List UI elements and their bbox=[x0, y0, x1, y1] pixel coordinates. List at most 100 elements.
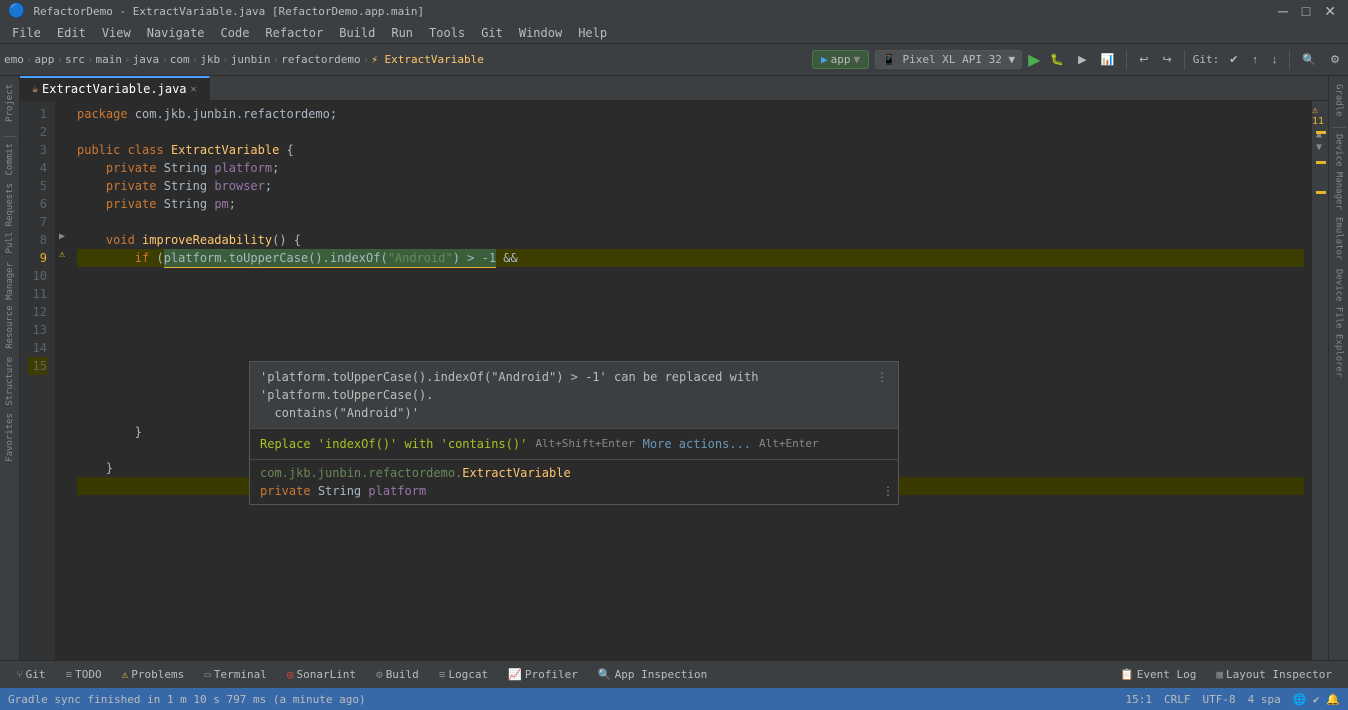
menu-git[interactable]: Git bbox=[473, 24, 511, 42]
sidebar-item-device-manager[interactable]: Device Manager bbox=[1332, 130, 1346, 214]
bottom-tab-build[interactable]: ⚙ Build bbox=[368, 666, 427, 683]
window-controls[interactable]: ─ □ ✕ bbox=[1274, 3, 1340, 20]
git-commit-button[interactable]: ✔ bbox=[1225, 51, 1242, 68]
breadcrumb-app[interactable]: app bbox=[35, 53, 55, 66]
breadcrumb-com[interactable]: com bbox=[170, 53, 190, 66]
sidebar-item-commit[interactable]: Commit bbox=[3, 139, 17, 180]
warning-indicators: ⚠ 11 ▲ ▼ bbox=[1312, 105, 1326, 153]
bottom-tab-logcat[interactable]: ≡ Logcat bbox=[431, 666, 496, 683]
profile-button[interactable]: 📊 bbox=[1097, 51, 1119, 68]
bottom-tab-problems-label: Problems bbox=[131, 668, 184, 681]
status-indent[interactable]: 4 spa bbox=[1248, 693, 1281, 706]
bottom-tab-problems[interactable]: ⚠ Problems bbox=[114, 666, 193, 683]
status-position[interactable]: 15:1 bbox=[1125, 693, 1152, 706]
popup-context-more-icon[interactable]: ⋮ bbox=[882, 482, 894, 500]
status-message: Gradle sync finished in 1 m 10 s 797 ms … bbox=[8, 693, 366, 706]
popup-action-text: Replace 'indexOf()' with 'contains()' bbox=[260, 435, 527, 453]
editor[interactable]: 1 2 3 4 5 6 7 8 9 10 11 12 13 14 15 bbox=[20, 101, 1328, 660]
app-selector[interactable]: ▶ app ▼ bbox=[812, 50, 869, 69]
status-crlf[interactable]: CRLF bbox=[1164, 693, 1191, 706]
gutter-warning-icon: ⚠ bbox=[59, 249, 65, 260]
sidebar-item-project[interactable]: Project bbox=[3, 80, 17, 126]
bottom-tab-logcat-label: Logcat bbox=[448, 668, 488, 681]
menu-view[interactable]: View bbox=[94, 24, 139, 42]
popup-more-actions[interactable]: More actions... bbox=[643, 435, 751, 453]
bottom-tab-app-inspection[interactable]: 🔍 App Inspection bbox=[590, 666, 715, 683]
undo-button[interactable]: ↩ bbox=[1135, 51, 1152, 68]
breadcrumb-jkb[interactable]: jkb bbox=[200, 53, 220, 66]
status-bar: Gradle sync finished in 1 m 10 s 797 ms … bbox=[0, 688, 1348, 710]
maximize-button[interactable]: □ bbox=[1298, 3, 1314, 20]
scrollbar-area[interactable]: ⚠ 11 ▲ ▼ bbox=[1312, 101, 1328, 660]
menu-code[interactable]: Code bbox=[213, 24, 258, 42]
status-charset[interactable]: UTF-8 bbox=[1202, 693, 1235, 706]
debug-button[interactable]: 🐛 bbox=[1046, 51, 1068, 68]
breadcrumb-java[interactable]: java bbox=[133, 53, 160, 66]
run-button[interactable]: ▶ bbox=[1028, 50, 1040, 70]
sidebar-item-pull-requests[interactable]: Pull Requests bbox=[3, 179, 17, 257]
sidebar-item-structure[interactable]: Structure bbox=[3, 353, 17, 410]
sidebar-item-resource-manager[interactable]: Resource Manager bbox=[3, 258, 17, 353]
menu-window[interactable]: Window bbox=[511, 24, 570, 42]
close-button[interactable]: ✕ bbox=[1320, 3, 1340, 20]
bottom-tab-git[interactable]: ⑂ Git bbox=[8, 666, 53, 683]
breadcrumb-emo: emo bbox=[4, 53, 24, 66]
settings-button[interactable]: ⚙ bbox=[1326, 51, 1344, 68]
bottom-tab-profiler[interactable]: 📈 Profiler bbox=[500, 666, 586, 683]
left-sidebar: Project Commit Pull Requests Resource Ma… bbox=[0, 76, 20, 660]
warning-count: ⚠ 11 bbox=[1312, 105, 1326, 127]
git-pull-button[interactable]: ↓ bbox=[1268, 52, 1282, 68]
coverage-button[interactable]: ▶ bbox=[1074, 51, 1090, 68]
event-log-icon: 📋 bbox=[1120, 668, 1134, 681]
popup-suggestion-item[interactable]: 'platform.toUpperCase().indexOf("Android… bbox=[250, 362, 898, 429]
device-selector[interactable]: 📱 Pixel XL API 32 ▼ bbox=[875, 50, 1022, 69]
menu-edit[interactable]: Edit bbox=[49, 24, 94, 42]
menu-help[interactable]: Help bbox=[570, 24, 615, 42]
bottom-tab-event-log[interactable]: 📋 Event Log bbox=[1112, 666, 1204, 683]
popup-shortcut: Alt+Shift+Enter bbox=[535, 435, 634, 453]
bottom-tab-todo[interactable]: ≡ TODO bbox=[57, 666, 109, 683]
bottom-tab-layout-inspector[interactable]: ▦ Layout Inspector bbox=[1208, 666, 1340, 683]
bottom-bar: ⑂ Git ≡ TODO ⚠ Problems ▭ Terminal ◎ Son… bbox=[0, 660, 1348, 688]
redo-button[interactable]: ↪ bbox=[1158, 51, 1175, 68]
problems-icon: ⚠ bbox=[122, 668, 129, 681]
bottom-tab-build-label: Build bbox=[386, 668, 419, 681]
menu-tools[interactable]: Tools bbox=[421, 24, 473, 42]
profiler-icon: 📈 bbox=[508, 668, 522, 681]
search-button[interactable]: 🔍 bbox=[1298, 51, 1320, 68]
gutter: ▶ ⚠ bbox=[55, 101, 69, 660]
menu-refactor[interactable]: Refactor bbox=[257, 24, 331, 42]
bottom-tab-todo-label: TODO bbox=[75, 668, 102, 681]
title-bar-title: RefactorDemo - ExtractVariable.java [Ref… bbox=[33, 5, 424, 18]
minimize-button[interactable]: ─ bbox=[1274, 3, 1292, 20]
breadcrumb-main[interactable]: main bbox=[96, 53, 123, 66]
code-content[interactable]: package com.jkb.junbin.refactordemo; pub… bbox=[69, 101, 1312, 660]
breadcrumb-refactordemo[interactable]: refactordemo bbox=[281, 53, 360, 66]
sidebar-item-device-file-explorer[interactable]: Device File Explorer bbox=[1332, 265, 1346, 381]
file-tabs: ☕ ExtractVariable.java ✕ bbox=[20, 76, 1328, 101]
bottom-tab-terminal[interactable]: ▭ Terminal bbox=[196, 666, 275, 683]
popup-action-row[interactable]: Replace 'indexOf()' with 'contains()' Al… bbox=[250, 429, 898, 459]
menu-build[interactable]: Build bbox=[331, 24, 383, 42]
sidebar-item-favorites[interactable]: Favorites bbox=[3, 409, 17, 466]
status-icons: 🌐 ✔ 🔔 bbox=[1293, 693, 1340, 706]
popup-more-shortcut: Alt+Enter bbox=[759, 435, 819, 453]
inspection-popup: 'platform.toUpperCase().indexOf("Android… bbox=[249, 361, 899, 505]
sidebar-item-gradle[interactable]: Gradle bbox=[1332, 80, 1346, 121]
breadcrumb-extractvariable[interactable]: ⚡ ExtractVariable bbox=[371, 53, 484, 66]
breadcrumb-src[interactable]: src bbox=[65, 53, 85, 66]
bottom-tab-sonarlint[interactable]: ◎ SonarLint bbox=[279, 666, 364, 683]
file-tab-close[interactable]: ✕ bbox=[191, 84, 197, 95]
menu-navigate[interactable]: Navigate bbox=[139, 24, 213, 42]
gutter-run-icon[interactable]: ▶ bbox=[59, 231, 65, 242]
file-tab-extractvariable[interactable]: ☕ ExtractVariable.java ✕ bbox=[20, 76, 210, 100]
popup-more-icon[interactable]: ⋮ bbox=[876, 368, 888, 386]
menu-run[interactable]: Run bbox=[383, 24, 421, 42]
breadcrumb-junbin[interactable]: junbin bbox=[231, 53, 271, 66]
build-icon: ⚙ bbox=[376, 668, 383, 681]
scroll-down-icon[interactable]: ▼ bbox=[1316, 142, 1322, 153]
popup-context-class: com.jkb.junbin.refactordemo.ExtractVaria… bbox=[260, 464, 888, 482]
menu-file[interactable]: File bbox=[4, 24, 49, 42]
sidebar-item-emulator[interactable]: Emulator bbox=[1332, 213, 1346, 264]
git-push-button[interactable]: ↑ bbox=[1248, 52, 1262, 68]
